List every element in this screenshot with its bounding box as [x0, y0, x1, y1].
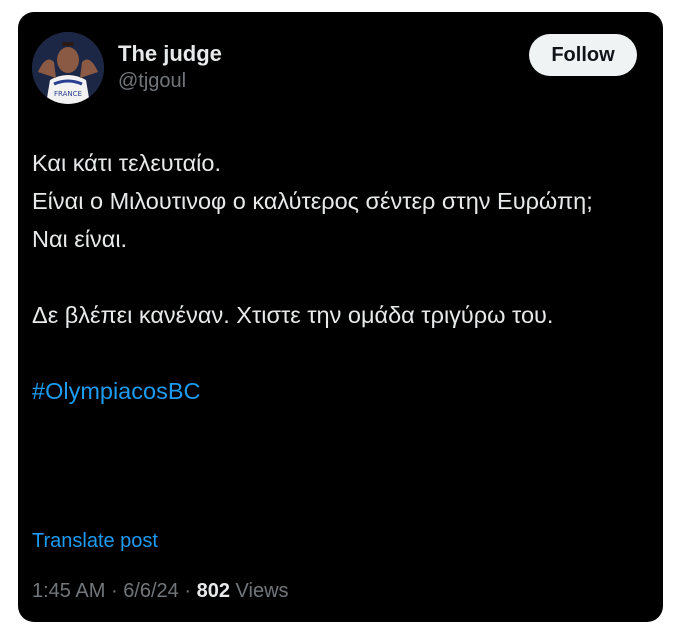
post-time[interactable]: 1:45 AM	[32, 580, 105, 602]
tweet-line: Είναι ο Μιλουτινοφ ο καλύτερος σέντερ στ…	[32, 188, 593, 214]
post-date[interactable]: 6/6/24	[123, 580, 179, 602]
avatar-jersey-text: FRANCE	[54, 90, 82, 98]
user-handle[interactable]: @tjgoul	[118, 68, 222, 94]
user-names: The judge @tjgoul	[118, 40, 222, 94]
translate-post-link[interactable]: Translate post	[32, 530, 158, 553]
meta-separator: ·	[184, 580, 192, 602]
tweet-line: Δε βλέπει κανέναν. Χτιστε την ομάδα τριγ…	[32, 302, 554, 328]
tweet-header: FRANCE The judge @tjgoul Follow	[32, 32, 637, 104]
avatar-image: FRANCE	[32, 32, 104, 104]
avatar[interactable]: FRANCE	[32, 32, 104, 104]
tweet-text: Και κάτι τελευταίο. Είναι ο Μιλουτινοφ ο…	[32, 144, 632, 410]
meta-separator: ·	[110, 580, 118, 602]
hashtag-link[interactable]: #OlympiacosBC	[32, 378, 200, 404]
tweet-meta: 1:45 AM · 6/6/24 · 802 Views	[32, 580, 289, 603]
display-name[interactable]: The judge	[118, 40, 222, 68]
tweet-line: Και κάτι τελευταίο.	[32, 150, 221, 176]
views-label: Views	[235, 580, 289, 602]
views-count: 802	[196, 580, 230, 602]
follow-button[interactable]: Follow	[529, 34, 637, 76]
tweet-card: FRANCE The judge @tjgoul Follow Και κάτι…	[18, 12, 663, 622]
tweet-line: Ναι είναι.	[32, 226, 128, 252]
